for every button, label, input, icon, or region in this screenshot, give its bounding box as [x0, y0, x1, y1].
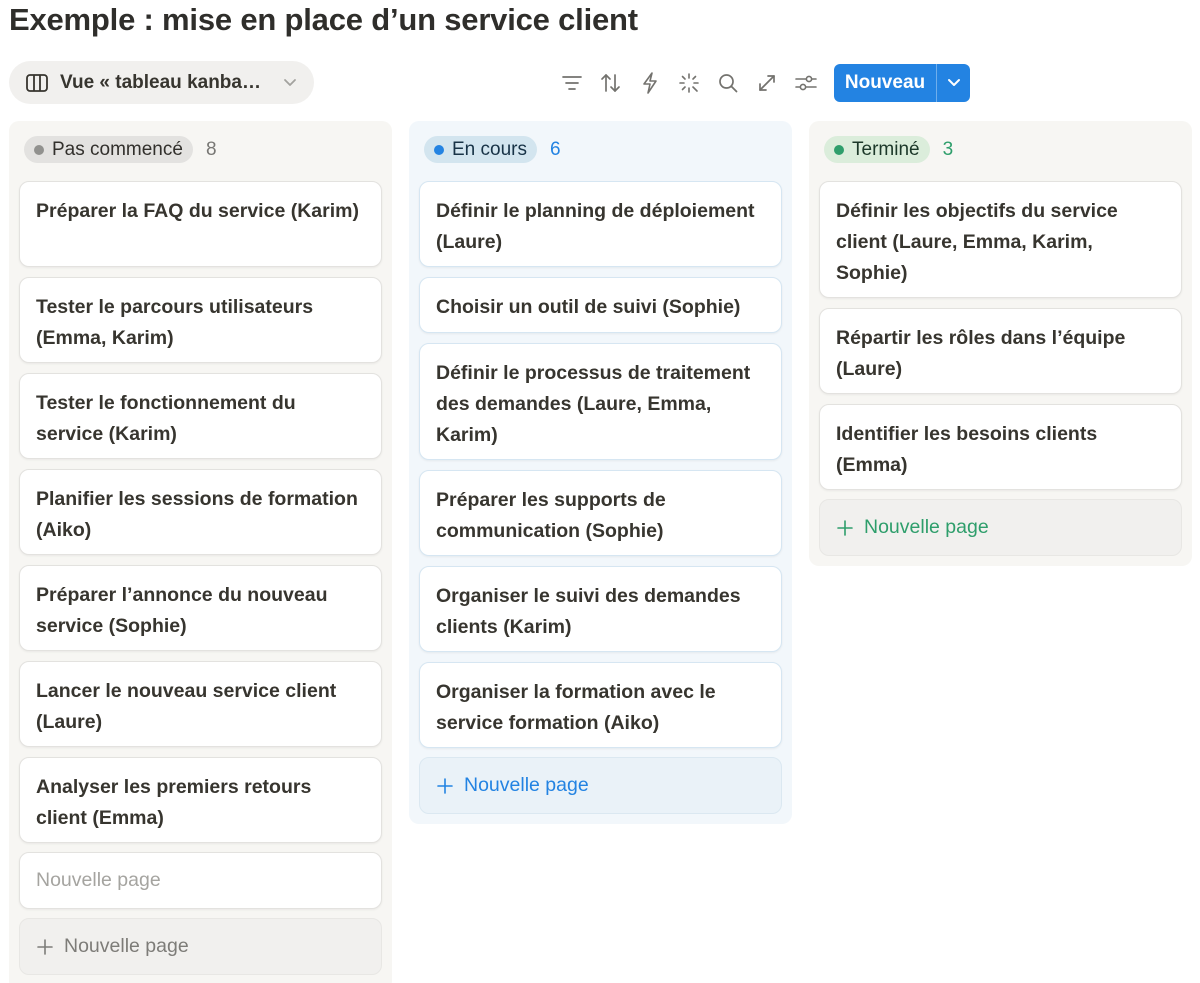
- expand-icon[interactable]: [752, 68, 782, 98]
- status-label: Pas commencé: [52, 138, 183, 160]
- kanban-card[interactable]: Organiser la formation avec le service f…: [419, 662, 782, 748]
- kanban-card[interactable]: Préparer les supports de communication (…: [419, 470, 782, 556]
- status-label: En cours: [452, 138, 527, 160]
- add-new-page-label: Nouvelle page: [64, 935, 189, 957]
- status-dot-icon: [34, 144, 44, 155]
- column-count: 6: [549, 138, 561, 160]
- column-header: Pas commencé 8: [24, 136, 217, 163]
- plus-icon: [835, 518, 855, 538]
- kanban-column-not-started: Pas commencé 8 Préparer la FAQ du servic…: [9, 121, 392, 983]
- search-icon[interactable]: [713, 68, 743, 98]
- automation-bolt-icon[interactable]: [635, 68, 665, 98]
- add-new-page-button[interactable]: Nouvelle page: [819, 499, 1182, 556]
- kanban-card[interactable]: Identifier les besoins clients (Emma): [819, 404, 1182, 490]
- new-button-group: Nouveau: [834, 64, 970, 102]
- status-badge[interactable]: Pas commencé: [24, 136, 193, 163]
- kanban-card[interactable]: Tester le fonctionnement du service (Kar…: [19, 373, 382, 459]
- chevron-down-icon: [282, 75, 298, 91]
- status-badge[interactable]: Terminé: [824, 136, 930, 163]
- ai-sparkle-icon[interactable]: [674, 68, 704, 98]
- view-toolbar: [557, 68, 830, 98]
- add-new-page-label: Nouvelle page: [464, 774, 589, 796]
- kanban-card[interactable]: Choisir un outil de suivi (Sophie): [419, 277, 782, 333]
- kanban-card[interactable]: Analyser les premiers retours client (Em…: [19, 757, 382, 843]
- status-label: Terminé: [852, 138, 920, 160]
- status-dot-icon: [434, 144, 444, 155]
- add-new-page-button[interactable]: Nouvelle page: [19, 918, 382, 975]
- settings-sliders-icon[interactable]: [791, 68, 821, 98]
- plus-icon: [435, 776, 455, 796]
- status-badge[interactable]: En cours: [424, 136, 537, 163]
- column-count: 3: [942, 138, 954, 160]
- chevron-down-icon: [947, 78, 961, 88]
- column-header: En cours 6: [424, 136, 561, 163]
- board-view-icon: [25, 72, 49, 94]
- kanban-card[interactable]: Préparer l’annonce du nouveau service (S…: [19, 565, 382, 651]
- kanban-card[interactable]: Planifier les sessions de formation (Aik…: [19, 469, 382, 555]
- plus-icon: [35, 937, 55, 957]
- kanban-card[interactable]: Tester le parcours utilisateurs (Emma, K…: [19, 277, 382, 363]
- kanban-card[interactable]: Définir les objectifs du service client …: [819, 181, 1182, 298]
- sort-icon[interactable]: [596, 68, 626, 98]
- kanban-column-done: Terminé 3 Définir les objectifs du servi…: [809, 121, 1192, 566]
- filter-icon[interactable]: [557, 68, 587, 98]
- new-dropdown-button[interactable]: [937, 64, 970, 102]
- view-selector-label: Vue « tableau kanba…: [60, 71, 261, 93]
- column-header: Terminé 3: [824, 136, 953, 163]
- new-button[interactable]: Nouveau: [834, 64, 937, 102]
- page-title: Exemple : mise en place d’un service cli…: [9, 2, 638, 37]
- kanban-column-in-progress: En cours 6 Définir le planning de déploi…: [409, 121, 792, 824]
- kanban-card[interactable]: Organiser le suivi des demandes clients …: [419, 566, 782, 652]
- column-count: 8: [205, 138, 217, 160]
- new-page-card-input[interactable]: Nouvelle page: [19, 852, 382, 909]
- view-selector-button[interactable]: Vue « tableau kanba…: [9, 61, 314, 104]
- kanban-card[interactable]: Répartir les rôles dans l’équipe (Laure): [819, 308, 1182, 394]
- kanban-card[interactable]: Préparer la FAQ du service (Karim): [19, 181, 382, 267]
- add-new-page-button[interactable]: Nouvelle page: [419, 757, 782, 814]
- add-new-page-label: Nouvelle page: [864, 516, 989, 538]
- status-dot-icon: [834, 144, 844, 155]
- kanban-card[interactable]: Lancer le nouveau service client (Laure): [19, 661, 382, 747]
- kanban-card[interactable]: Définir le processus de traitement des d…: [419, 343, 782, 460]
- kanban-card[interactable]: Définir le planning de déploiement (Laur…: [419, 181, 782, 267]
